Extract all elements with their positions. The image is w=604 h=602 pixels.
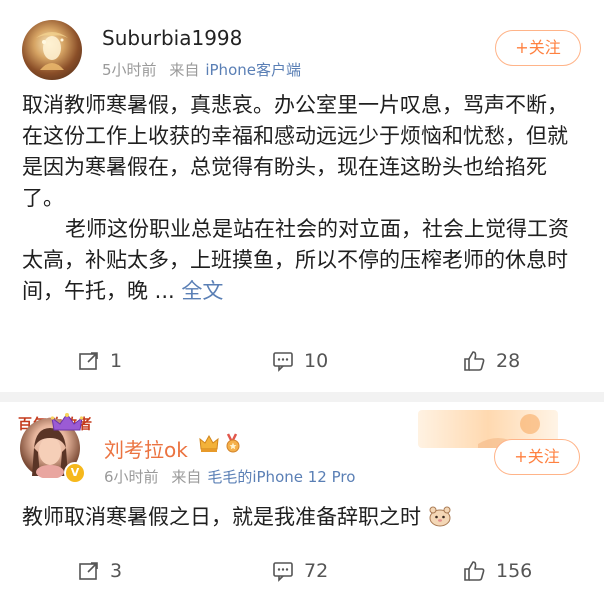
post-card: 百年致敬者 V 刘考拉ok 6小时前 来自毛毛的iPhone 12 Pro — [0, 402, 604, 602]
repost-icon — [79, 352, 98, 370]
repost-count: 3 — [110, 560, 123, 582]
comment-count: 10 — [304, 350, 329, 372]
post-paragraph: 老师这份职业总是站在社会的对立面，社会上觉得工资太高，补贴太多，上班摸鱼，所以不… — [22, 214, 582, 307]
username[interactable]: 刘考拉ok — [104, 434, 188, 463]
follow-button[interactable]: +关注 — [495, 30, 581, 66]
post-source[interactable]: 毛毛的iPhone 12 Pro — [207, 468, 355, 486]
like-button[interactable]: 28 — [462, 350, 520, 372]
post-divider — [0, 392, 604, 402]
post-meta: 5小时前 来自 iPhone客户端 — [102, 59, 301, 80]
hamster-emoji-icon — [429, 506, 451, 527]
comment-button[interactable]: 10 — [272, 350, 328, 372]
post-text: 教师取消寒暑假之日，就是我准备辞职之时 — [22, 505, 421, 529]
post-time: 6小时前 — [104, 468, 159, 486]
comment-icon — [273, 562, 293, 582]
avatar[interactable] — [22, 20, 82, 80]
post-content: 取消教师寒暑假，真悲哀。办公室里一片叹息，骂声不断，在这份工作上收获的幸福和感动… — [22, 90, 582, 307]
comment-icon — [273, 352, 293, 372]
action-bar: 3 72 156 — [0, 558, 604, 588]
repost-button[interactable]: 3 — [78, 560, 122, 582]
like-count: 156 — [496, 560, 533, 582]
full-text-link[interactable]: 全文 — [181, 279, 223, 303]
repost-button[interactable]: 1 — [78, 350, 122, 372]
comment-button[interactable]: 72 — [272, 560, 328, 582]
avatar[interactable]: V — [20, 413, 86, 484]
post-time: 5小时前 — [102, 61, 157, 79]
source-prefix: 来自 — [171, 468, 202, 486]
post-content: 教师取消寒暑假之日，就是我准备辞职之时 — [22, 502, 582, 533]
thumbs-up-icon — [464, 561, 485, 581]
source-prefix: 来自 — [169, 61, 200, 79]
repost-count: 1 — [110, 350, 123, 372]
repost-icon — [79, 562, 98, 580]
post-meta: 6小时前 来自 毛毛的iPhone 12 Pro — [104, 466, 355, 487]
crown-icon — [50, 413, 84, 431]
post-paragraph-text: 老师这份职业总是站在社会的对立面，社会上觉得工资太高，补贴太多，上班摸鱼，所以不… — [22, 217, 570, 303]
post-card: Suburbia1998 5小时前 来自 iPhone客户端 +关注 取消教师寒暑… — [0, 0, 604, 392]
verified-badge-icon: V — [64, 462, 86, 484]
comment-count: 72 — [304, 560, 329, 582]
medal-icon — [226, 433, 240, 453]
vip-crown-icon — [199, 434, 219, 452]
thumbs-up-icon — [464, 351, 485, 371]
post-paragraph: 取消教师寒暑假，真悲哀。办公室里一片叹息，骂声不断，在这份工作上收获的幸福和感动… — [22, 93, 568, 210]
action-bar: 1 10 28 — [0, 348, 604, 378]
like-button[interactable]: 156 — [462, 560, 532, 582]
follow-button[interactable]: +关注 — [494, 439, 580, 475]
like-count: 28 — [496, 350, 521, 372]
username[interactable]: Suburbia1998 — [102, 26, 242, 50]
post-source[interactable]: iPhone客户端 — [205, 61, 301, 79]
avatar-illustration — [36, 32, 68, 70]
